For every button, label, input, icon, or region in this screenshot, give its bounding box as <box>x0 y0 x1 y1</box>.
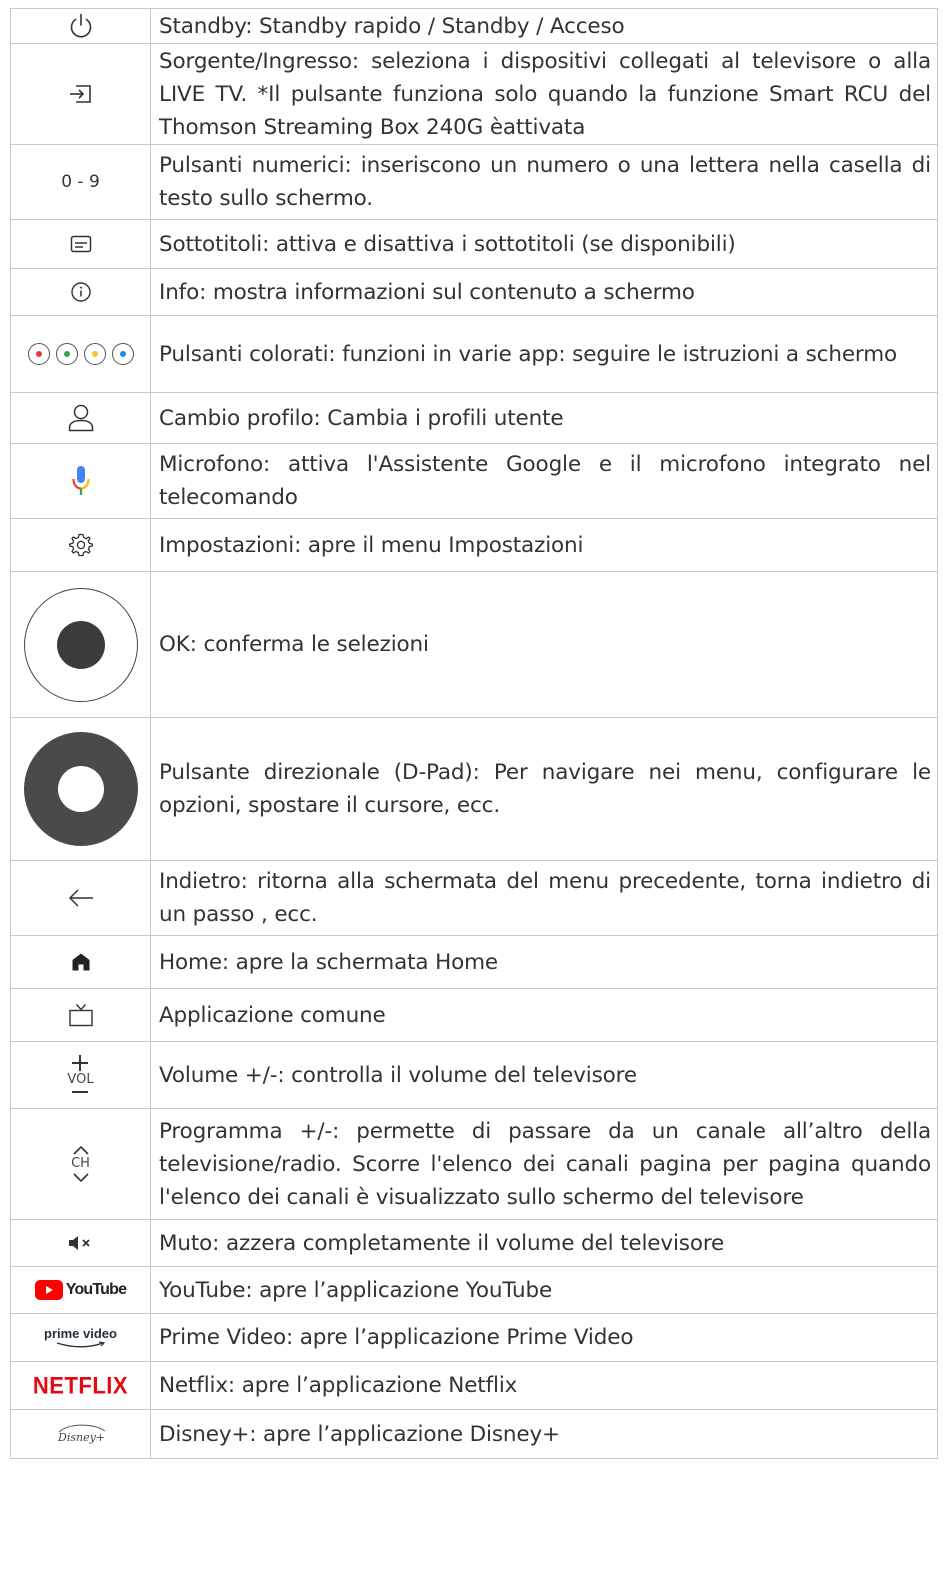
row-description: Home: apre la schermata Home <box>159 949 498 975</box>
table-row: Muto: azzera completamente il volume del… <box>11 1220 938 1267</box>
table-row: Info: mostra informazioni sul contenuto … <box>11 269 938 316</box>
table-row: Pulsante direzionale (D-Pad): Per naviga… <box>11 718 938 861</box>
mute-icon <box>11 1220 151 1266</box>
color-buttons-icon <box>11 316 151 392</box>
profile-icon <box>11 393 151 443</box>
row-description: Applicazione comune <box>159 1002 386 1028</box>
table-row: VOL Volume +/-: controlla il volume del … <box>11 1042 938 1109</box>
table-row: Pulsanti colorati: funzioni in varie app… <box>11 316 938 393</box>
channel-icon: CH <box>11 1109 151 1219</box>
dpad-icon <box>11 718 151 860</box>
row-description: Pulsanti numerici: inseriscono un numero… <box>159 153 931 211</box>
power-icon <box>11 9 151 43</box>
table-row: Indietro: ritorna alla schermata del men… <box>11 861 938 936</box>
row-description: YouTube: apre l’applicazione YouTube <box>159 1277 553 1303</box>
row-description: Cambio profilo: Cambia i profili utente <box>159 405 564 431</box>
table-row: Impostazioni: apre il menu Impostazioni <box>11 519 938 572</box>
table-row: Standby: Standby rapido / Standby / Acce… <box>11 9 938 44</box>
row-description: Impostazioni: apre il menu Impostazioni <box>159 532 584 558</box>
prime-video-logo: prime video <box>11 1314 151 1361</box>
table-row: Sorgente/Ingresso: seleziona i dispositi… <box>11 44 938 145</box>
tv-icon <box>11 989 151 1041</box>
subtitles-icon <box>11 220 151 268</box>
svg-text:Disney+: Disney+ <box>57 1431 105 1444</box>
volume-icon: VOL <box>11 1042 151 1108</box>
row-description: Indietro: ritorna alla schermata del men… <box>159 869 931 927</box>
vol-label: VOL <box>67 1072 94 1087</box>
row-description: Standby: Standby rapido / Standby / Acce… <box>159 13 625 39</box>
table-row: Cambio profilo: Cambia i profili utente <box>11 393 938 444</box>
row-description: Info: mostra informazioni sul contenuto … <box>159 279 695 305</box>
ok-button-icon <box>11 572 151 717</box>
row-description: Disney+: apre l’applicazione Disney+ <box>159 1421 560 1447</box>
home-icon <box>11 936 151 988</box>
table-row: YouTube YouTube: apre l’applicazione You… <box>11 1267 938 1314</box>
row-description: Microfono: attiva l'Assistente Google e … <box>159 452 931 510</box>
green-button-icon <box>55 343 78 365</box>
netflix-logo: NETFLIX <box>11 1362 151 1409</box>
disney-plus-logo: Disney+ <box>11 1410 151 1458</box>
row-description: Pulsanti colorati: funzioni in varie app… <box>159 341 898 367</box>
table-row: Sottotitoli: attiva e disattiva i sottot… <box>11 220 938 269</box>
row-description: Sorgente/Ingresso: seleziona i dispositi… <box>159 48 931 140</box>
row-description: Muto: azzera completamente il volume del… <box>159 1230 725 1256</box>
digits-label: 0 - 9 <box>11 145 151 219</box>
table-row: CH Programma +/-: permette di passare da… <box>11 1109 938 1220</box>
ch-label: CH <box>71 1156 90 1171</box>
table-row: 0 - 9 Pulsanti numerici: inseriscono un … <box>11 145 938 220</box>
row-description: Sottotitoli: attiva e disattiva i sottot… <box>159 231 736 257</box>
table-row: OK: conferma le selezioni <box>11 572 938 718</box>
table-row: Microfono: attiva l'Assistente Google e … <box>11 444 938 519</box>
red-button-icon <box>27 343 50 365</box>
remote-buttons-table: Standby: Standby rapido / Standby / Acce… <box>10 8 938 1459</box>
gear-icon <box>11 519 151 571</box>
row-description: Volume +/-: controlla il volume del tele… <box>159 1062 637 1088</box>
row-description: Netflix: apre l’applicazione Netflix <box>159 1373 518 1398</box>
blue-button-icon <box>111 343 134 365</box>
table-row: Home: apre la schermata Home <box>11 936 938 989</box>
row-description: OK: conferma le selezioni <box>159 632 429 657</box>
yellow-button-icon <box>83 343 106 365</box>
back-arrow-icon <box>11 861 151 935</box>
row-description: Programma +/-: permette di passare da un… <box>159 1118 931 1210</box>
microphone-icon <box>11 444 151 518</box>
youtube-logo: YouTube <box>11 1267 151 1313</box>
input-source-icon <box>11 44 151 144</box>
table-row: Disney+ Disney+: apre l’applicazione Dis… <box>11 1410 938 1459</box>
table-row: prime video Prime Video: apre l’applicaz… <box>11 1314 938 1362</box>
row-description: Prime Video: apre l’applicazione Prime V… <box>159 1325 634 1350</box>
row-description: Pulsante direzionale (D-Pad): Per naviga… <box>159 760 931 818</box>
table-row: Applicazione comune <box>11 989 938 1042</box>
info-icon <box>11 269 151 315</box>
table-row: NETFLIX Netflix: apre l’applicazione Net… <box>11 1362 938 1410</box>
